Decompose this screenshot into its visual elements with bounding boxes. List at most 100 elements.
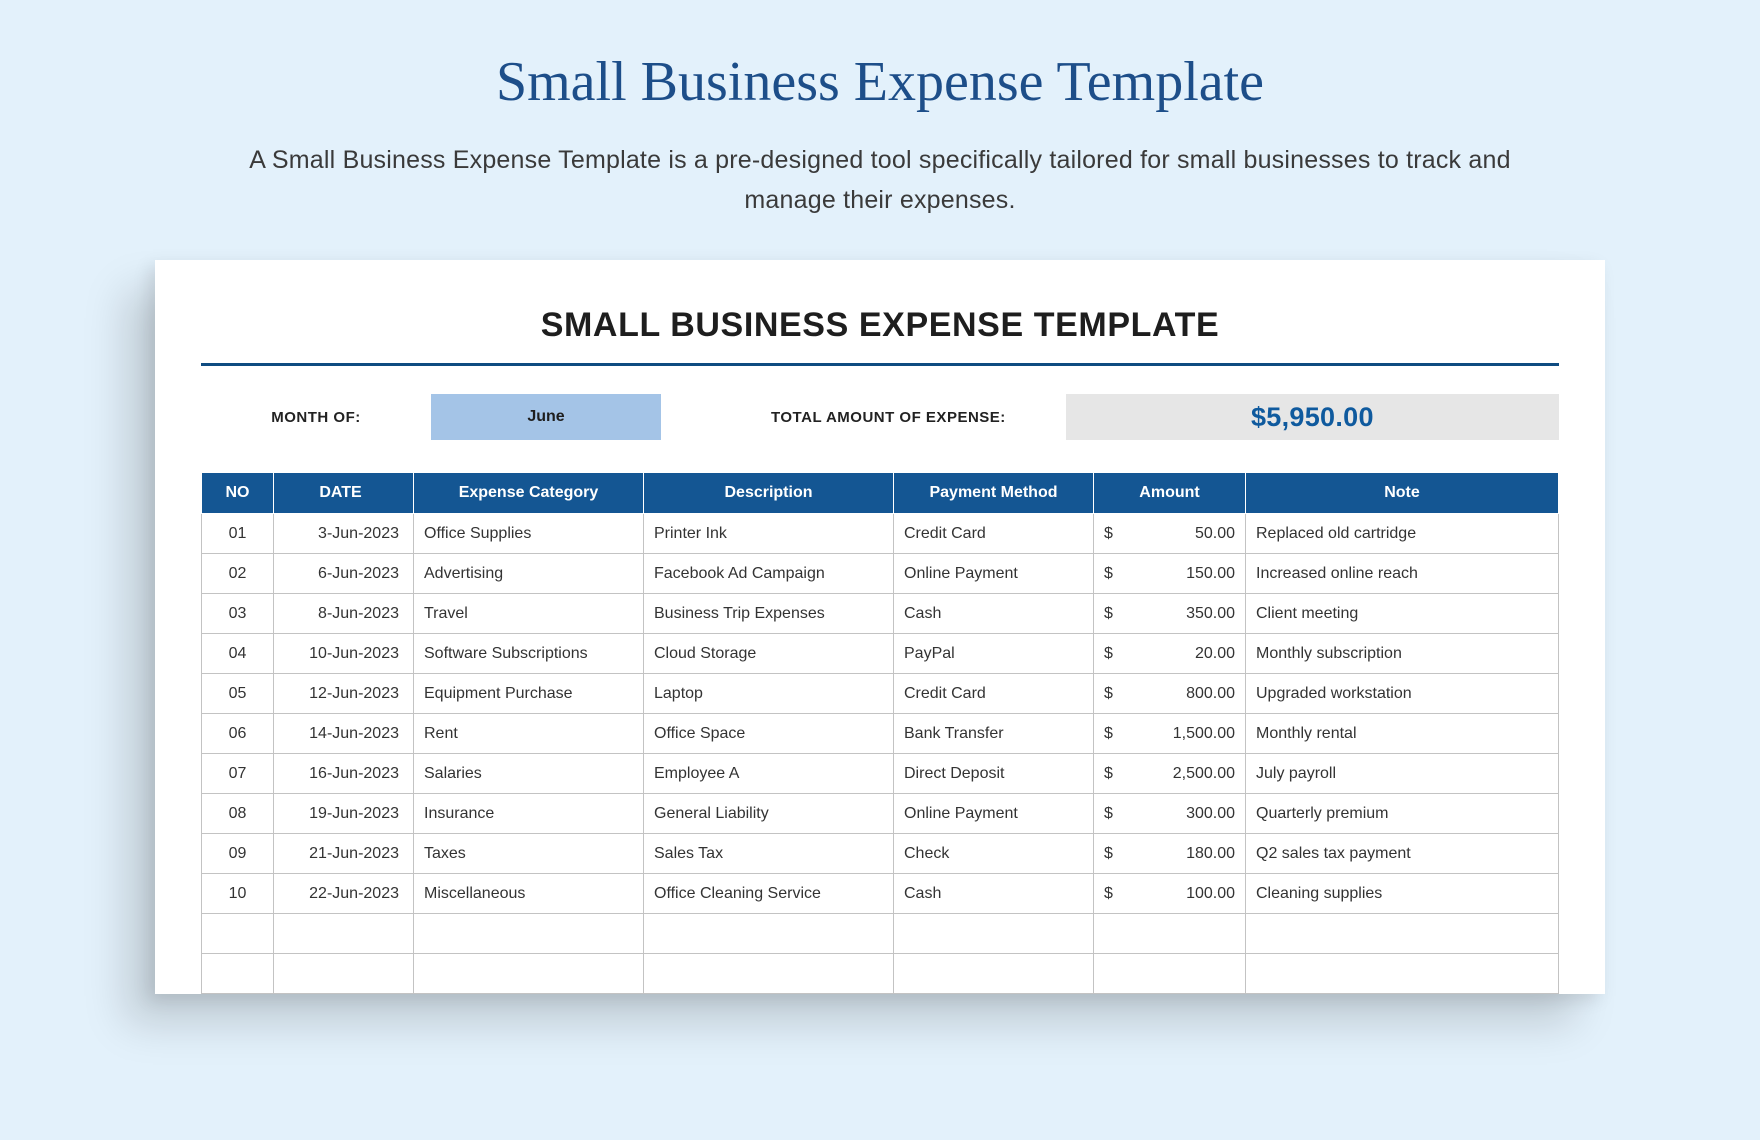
col-header-payment: Payment Method	[894, 473, 1094, 514]
cell-amount: $800.00	[1094, 674, 1246, 714]
cell-amount: $100.00	[1094, 874, 1246, 914]
cell-date: 10-Jun-2023	[274, 634, 414, 674]
table-row: 0716-Jun-2023SalariesEmployee ADirect De…	[202, 754, 1559, 794]
cell-payment: Bank Transfer	[894, 714, 1094, 754]
cell-amount: $300.00	[1094, 794, 1246, 834]
cell-empty	[644, 954, 894, 994]
col-header-description: Description	[644, 473, 894, 514]
total-label: TOTAL AMOUNT OF EXPENSE:	[771, 409, 1006, 426]
cell-empty	[274, 954, 414, 994]
cell-category: Salaries	[414, 754, 644, 794]
cell-date: 12-Jun-2023	[274, 674, 414, 714]
page-subtitle: A Small Business Expense Template is a p…	[220, 140, 1540, 220]
cell-amount: $1,500.00	[1094, 714, 1246, 754]
table-row: 0512-Jun-2023Equipment PurchaseLaptopCre…	[202, 674, 1559, 714]
table-row-empty	[202, 954, 1559, 994]
cell-description: Business Trip Expenses	[644, 594, 894, 634]
cell-note: Replaced old cartridge	[1246, 514, 1559, 554]
cell-payment: Online Payment	[894, 554, 1094, 594]
cell-empty	[894, 954, 1094, 994]
cell-no: 05	[202, 674, 274, 714]
cell-payment: Credit Card	[894, 674, 1094, 714]
cell-date: 14-Jun-2023	[274, 714, 414, 754]
cell-description: Laptop	[644, 674, 894, 714]
cell-no: 10	[202, 874, 274, 914]
cell-empty	[202, 954, 274, 994]
table-row: 0410-Jun-2023Software SubscriptionsCloud…	[202, 634, 1559, 674]
cell-empty	[414, 954, 644, 994]
table-header-row: NO DATE Expense Category Description Pay…	[202, 473, 1559, 514]
cell-empty	[1094, 914, 1246, 954]
cell-note: Q2 sales tax payment	[1246, 834, 1559, 874]
table-row: 013-Jun-2023Office SuppliesPrinter InkCr…	[202, 514, 1559, 554]
cell-empty	[894, 914, 1094, 954]
cell-note: Cleaning supplies	[1246, 874, 1559, 914]
cell-no: 07	[202, 754, 274, 794]
cell-amount: $50.00	[1094, 514, 1246, 554]
cell-payment: Direct Deposit	[894, 754, 1094, 794]
cell-description: Employee A	[644, 754, 894, 794]
cell-amount: $180.00	[1094, 834, 1246, 874]
table-row: 0921-Jun-2023TaxesSales TaxCheck$180.00Q…	[202, 834, 1559, 874]
cell-no: 01	[202, 514, 274, 554]
cell-category: Software Subscriptions	[414, 634, 644, 674]
table-row: 0614-Jun-2023RentOffice SpaceBank Transf…	[202, 714, 1559, 754]
cell-category: Insurance	[414, 794, 644, 834]
cell-category: Travel	[414, 594, 644, 634]
cell-note: Quarterly premium	[1246, 794, 1559, 834]
expense-table: NO DATE Expense Category Description Pay…	[201, 472, 1559, 994]
table-row: 026-Jun-2023AdvertisingFacebook Ad Campa…	[202, 554, 1559, 594]
cell-description: Printer Ink	[644, 514, 894, 554]
cell-date: 19-Jun-2023	[274, 794, 414, 834]
cell-note: Increased online reach	[1246, 554, 1559, 594]
cell-no: 03	[202, 594, 274, 634]
cell-empty	[274, 914, 414, 954]
cell-note: Upgraded workstation	[1246, 674, 1559, 714]
title-rule	[201, 363, 1559, 366]
cell-amount: $2,500.00	[1094, 754, 1246, 794]
cell-amount: $350.00	[1094, 594, 1246, 634]
cell-description: General Liability	[644, 794, 894, 834]
cell-description: Facebook Ad Campaign	[644, 554, 894, 594]
cell-date: 21-Jun-2023	[274, 834, 414, 874]
cell-date: 3-Jun-2023	[274, 514, 414, 554]
cell-empty	[414, 914, 644, 954]
cell-category: Office Supplies	[414, 514, 644, 554]
table-row-empty	[202, 914, 1559, 954]
cell-payment: Check	[894, 834, 1094, 874]
page-title: Small Business Expense Template	[0, 50, 1760, 114]
cell-description: Office Cleaning Service	[644, 874, 894, 914]
page-header: Small Business Expense Template A Small …	[0, 50, 1760, 220]
total-value: $5,950.00	[1066, 394, 1559, 440]
cell-category: Miscellaneous	[414, 874, 644, 914]
cell-empty	[1094, 954, 1246, 994]
col-header-date: DATE	[274, 473, 414, 514]
cell-category: Advertising	[414, 554, 644, 594]
cell-payment: PayPal	[894, 634, 1094, 674]
cell-note: Client meeting	[1246, 594, 1559, 634]
table-row: 1022-Jun-2023MiscellaneousOffice Cleanin…	[202, 874, 1559, 914]
cell-no: 08	[202, 794, 274, 834]
expense-card: SMALL BUSINESS EXPENSE TEMPLATE MONTH OF…	[155, 260, 1605, 994]
col-header-category: Expense Category	[414, 473, 644, 514]
cell-empty	[1246, 914, 1559, 954]
cell-no: 02	[202, 554, 274, 594]
cell-payment: Cash	[894, 874, 1094, 914]
cell-category: Equipment Purchase	[414, 674, 644, 714]
cell-note: Monthly subscription	[1246, 634, 1559, 674]
cell-note: Monthly rental	[1246, 714, 1559, 754]
table-row: 0819-Jun-2023InsuranceGeneral LiabilityO…	[202, 794, 1559, 834]
cell-amount: $150.00	[1094, 554, 1246, 594]
cell-description: Cloud Storage	[644, 634, 894, 674]
cell-payment: Cash	[894, 594, 1094, 634]
cell-no: 06	[202, 714, 274, 754]
cell-amount: $20.00	[1094, 634, 1246, 674]
cell-date: 8-Jun-2023	[274, 594, 414, 634]
col-header-note: Note	[1246, 473, 1559, 514]
month-label: MONTH OF:	[201, 409, 431, 426]
cell-date: 6-Jun-2023	[274, 554, 414, 594]
cell-category: Taxes	[414, 834, 644, 874]
cell-empty	[1246, 954, 1559, 994]
cell-payment: Credit Card	[894, 514, 1094, 554]
cell-date: 22-Jun-2023	[274, 874, 414, 914]
